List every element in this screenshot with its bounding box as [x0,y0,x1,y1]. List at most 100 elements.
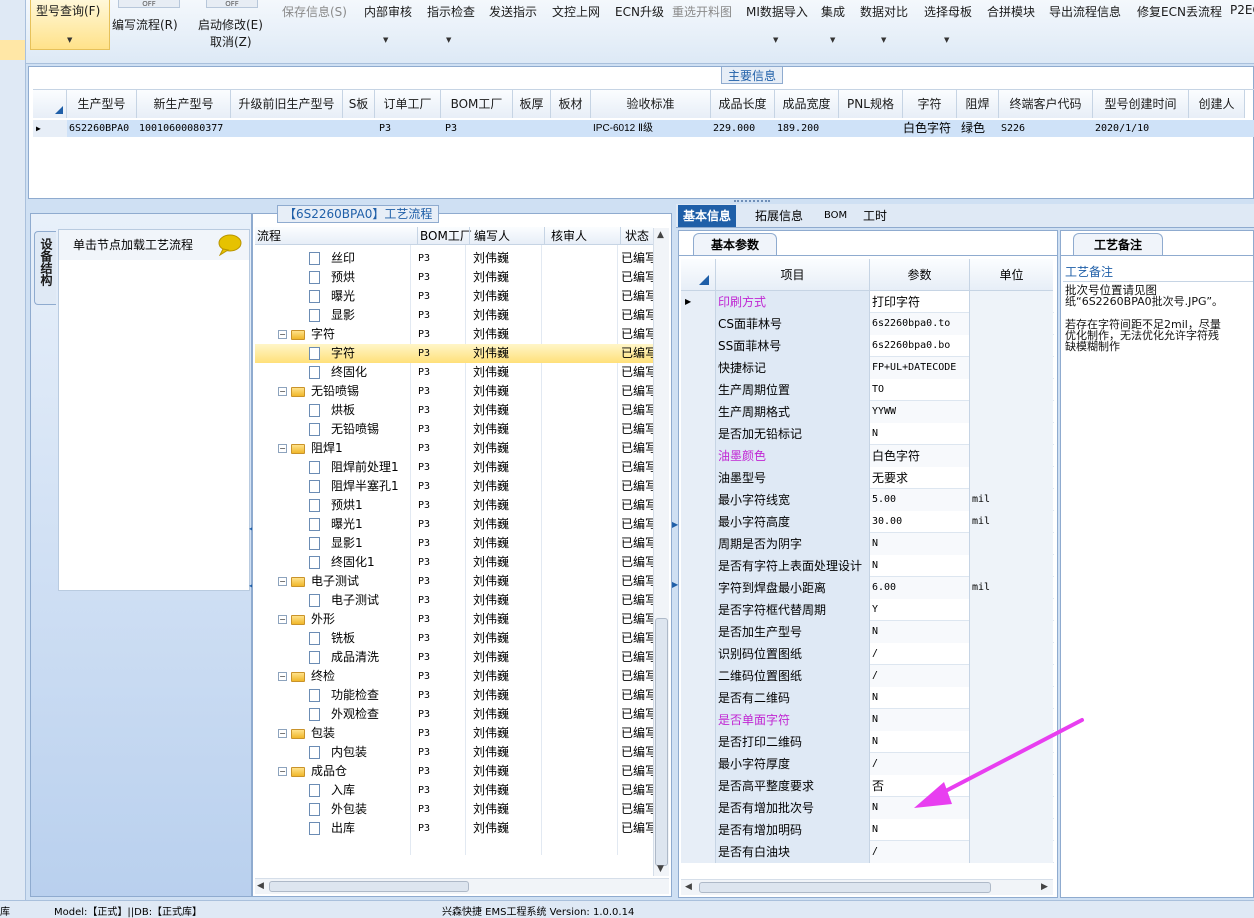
column-header[interactable]: BOM工厂 [441,90,513,118]
internal-audit-button[interactable]: 内部审核 [364,3,412,20]
scroll-right-icon[interactable]: ▶ [1041,882,1048,892]
table-cell[interactable] [343,120,375,137]
flow-row[interactable]: 外包装 P3 刘伟巍 已编写 [255,800,653,819]
param-row[interactable]: 是否有字符上表面处理设计 N [681,555,1054,577]
table-cell[interactable]: 绿色 [961,120,999,137]
param-row[interactable]: 是否有增加明码 N [681,819,1054,841]
flow-row[interactable]: 成品清洗 P3 刘伟巍 已编写 [255,648,653,667]
flow-row[interactable]: 入库 P3 刘伟巍 已编写 [255,781,653,800]
chevron-down-icon[interactable]: ▼ [881,36,886,44]
model-query-button[interactable]: 型号查询(F) ▼ [30,0,110,50]
column-header[interactable]: 型号创建时间 [1093,90,1189,118]
off-toggle-2[interactable]: OFF [206,0,258,8]
param-value[interactable]: N [869,819,969,841]
send-instruction-button[interactable]: 发送指示 [489,3,537,20]
integrate-button[interactable]: 集成 [821,3,845,20]
repair-ecn-button[interactable]: 修复ECN丢流程 [1137,3,1222,20]
param-value[interactable]: 无要求 [869,467,969,489]
remarks-tab[interactable]: 工艺备注 [1073,233,1163,255]
param-row[interactable]: SS面菲林号 6s2260bpa0.bo [681,335,1054,357]
table-row[interactable]: ▶ 6S2260BPA0 10010600080377 P3 P3 IPC-60… [33,120,1254,137]
params-hscroll[interactable]: ◀ ▶ [681,879,1053,895]
scroll-up-icon[interactable]: ▲ [657,230,664,240]
flow-row[interactable]: − 外形 P3 刘伟巍 已编写 [255,610,653,629]
collapse-toggle-icon[interactable]: − [278,615,287,624]
column-header[interactable]: BOM工厂 [417,227,472,245]
structure-list[interactable]: 单击节点加载工艺流程 [58,229,250,591]
scroll-left-icon[interactable]: ◀ [257,881,264,891]
flow-row[interactable]: 无铅喷锡 P3 刘伟巍 已编写 [255,420,653,439]
flow-row[interactable]: − 阻焊1 P3 刘伟巍 已编写 [255,439,653,458]
column-header[interactable]: 终端客户代码 [999,90,1093,118]
param-value[interactable]: 6.00 [869,577,969,599]
collapse-toggle-icon[interactable]: − [278,387,287,396]
param-value[interactable]: N [869,621,969,643]
column-header[interactable]: 板材 [551,90,591,118]
param-value[interactable]: 6s2260bpa0.bo [869,335,969,357]
table-cell[interactable]: 白色字符 [903,120,957,137]
check-instruction-button[interactable]: 指示检查 [427,3,475,20]
param-row[interactable]: 字符到焊盘最小距离 6.00 mil [681,577,1054,599]
column-header[interactable]: 生产型号 [67,90,137,118]
table-cell[interactable]: 10010600080377 [137,120,231,137]
table-cell[interactable]: IPC-6012 Ⅱ级 [592,120,711,137]
table-cell[interactable] [1189,120,1245,137]
flow-row[interactable]: 显影1 P3 刘伟巍 已编写 [255,534,653,553]
column-header[interactable]: 验收标准 [591,90,711,118]
flow-row[interactable]: − 电子测试 P3 刘伟巍 已编写 [255,572,653,591]
table-cell[interactable]: P3 [445,120,513,137]
save-info-button[interactable]: 保存信息(S) [282,3,347,20]
column-header[interactable]: 成品宽度 [775,90,839,118]
chevron-down-icon[interactable]: ▼ [446,36,451,44]
flow-row[interactable]: 阻焊前处理1 P3 刘伟巍 已编写 [255,458,653,477]
flow-row[interactable]: 字符 P3 刘伟巍 已编写 [255,344,653,363]
flow-row[interactable]: − 成品仓 P3 刘伟巍 已编写 [255,762,653,781]
flow-row[interactable]: 曝光1 P3 刘伟巍 已编写 [255,515,653,534]
table-cell[interactable] [231,120,343,137]
param-row[interactable]: 是否字符框代替周期 Y [681,599,1054,621]
param-value[interactable]: 5.00 [869,489,969,511]
doc-online-button[interactable]: 文控上网 [552,3,600,20]
flow-row[interactable]: − 字符 P3 刘伟巍 已编写 [255,325,653,344]
flow-row[interactable]: 出库 P3 刘伟巍 已编写 [255,819,653,838]
param-row[interactable]: 二维码位置图纸 / [681,665,1054,687]
select-mother-board-button[interactable]: 选择母板 [924,3,972,20]
param-row[interactable]: 识别码位置图纸 / [681,643,1054,665]
flow-row[interactable]: 丝印 P3 刘伟巍 已编写 [255,249,653,268]
flow-hscroll[interactable]: ◀ [255,878,669,894]
flow-row[interactable]: 预烘 P3 刘伟巍 已编写 [255,268,653,287]
column-header[interactable]: PNL规格 [839,90,903,118]
flow-row[interactable]: 铣板 P3 刘伟巍 已编写 [255,629,653,648]
table-cell[interactable]: S226 [1001,120,1093,137]
param-row[interactable]: 是否有白油块 / [681,841,1054,863]
mi-data-import-button[interactable]: MI数据导入 [746,3,808,20]
cancel-button[interactable]: 取消(Z) [210,33,252,50]
scroll-thumb[interactable] [699,882,991,893]
param-value[interactable]: FP+UL+DATECODE [869,357,969,379]
column-header[interactable]: 流程 [257,227,281,245]
column-header[interactable]: 字符 [903,90,957,118]
export-flow-info-button[interactable]: 导出流程信息 [1049,3,1121,20]
param-row[interactable]: 是否加生产型号 N [681,621,1054,643]
collapse-toggle-icon[interactable]: − [278,330,287,339]
table-cell[interactable] [551,120,591,137]
chevron-down-icon[interactable]: ▼ [773,36,778,44]
flow-row[interactable]: 功能检查 P3 刘伟巍 已编写 [255,686,653,705]
column-header[interactable]: S板 [343,90,375,118]
param-value[interactable]: N [869,555,969,577]
data-compare-button[interactable]: 数据对比 [860,3,908,20]
collapse-toggle-icon[interactable]: − [278,444,287,453]
scroll-down-icon[interactable]: ▼ [657,864,664,874]
vertical-tab-device-structure[interactable]: 设备结构 [34,231,56,305]
column-header[interactable]: 创建人 [1189,90,1245,118]
column-header[interactable]: 项目 [715,259,869,291]
param-value[interactable]: TO [869,379,969,401]
param-value[interactable]: YYWW [869,401,969,423]
flow-tree[interactable]: 丝印 P3 刘伟巍 已编写 预烘 P3 刘伟巍 已编写 曝光 P3 刘伟巍 已编写 显影 P3 刘伟巍 已编写… [255,249,653,859]
param-value[interactable]: N [869,687,969,709]
edit-flow-button[interactable]: 编写流程(R) [112,16,178,33]
column-header[interactable]: 核审人 [544,227,587,245]
param-row[interactable]: 是否加无铅标记 N [681,423,1054,445]
param-value[interactable]: 白色字符 [869,445,969,467]
column-header[interactable]: 编写人 [469,227,510,245]
